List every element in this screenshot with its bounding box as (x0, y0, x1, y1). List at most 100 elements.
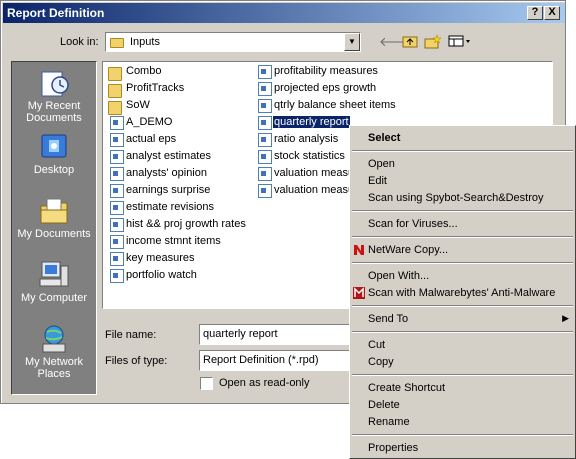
menu-item-create-shortcut[interactable]: Create Shortcut (350, 380, 575, 397)
document-icon (110, 252, 124, 266)
document-icon (110, 201, 124, 215)
menu-item-label: NetWare Copy... (368, 244, 449, 256)
places-bar: My Recent Documents Desktop My Documents… (11, 61, 97, 395)
files-of-type-select[interactable]: Report Definition (*.rpd) (199, 350, 351, 371)
place-label: My Network Places (24, 356, 84, 380)
desktop-icon (37, 132, 71, 162)
place-label: My Recent Documents (26, 100, 82, 124)
menu-separator (352, 374, 573, 376)
menu-item-label: Properties (368, 442, 419, 454)
file-name: A_DEMO (126, 116, 173, 128)
file-name: profitability measures (274, 65, 378, 77)
document-icon (258, 116, 272, 130)
file-name: Combo (126, 65, 162, 77)
file-name-label: File name: (105, 329, 157, 341)
menu-item-scan-using-spybot-search-destroy[interactable]: Scan using Spybot-Search&Destroy (350, 190, 575, 207)
chevron-down-icon[interactable]: ▼ (344, 33, 360, 51)
document-icon (110, 133, 124, 147)
my-computer-icon (37, 260, 71, 290)
menu-separator (352, 262, 573, 264)
document-icon (258, 150, 272, 164)
menu-item-delete[interactable]: Delete (350, 397, 575, 414)
menu-item-open-with[interactable]: Open With... (350, 268, 575, 285)
place-my-recent-documents[interactable]: My Recent Documents (12, 68, 96, 124)
menu-item-open[interactable]: Open (350, 156, 575, 173)
menu-separator (352, 305, 573, 307)
help-button[interactable]: ? (527, 6, 543, 20)
document-icon (110, 269, 124, 283)
document-icon (110, 116, 124, 130)
menu-item-properties[interactable]: Properties (350, 440, 575, 457)
read-only-checkbox[interactable] (200, 377, 213, 390)
menu-item-rename[interactable]: Rename (350, 414, 575, 431)
file-name: estimate revisions (126, 201, 215, 213)
menu-item-label: Open (368, 158, 395, 170)
read-only-label: Open as read-only (219, 377, 310, 389)
menu-separator (352, 434, 573, 436)
document-icon (258, 99, 272, 113)
menu-item-label: Rename (368, 416, 410, 428)
document-icon (258, 82, 272, 96)
menu-item-label: Cut (368, 339, 386, 351)
network-places-icon (37, 324, 71, 354)
menu-item-label: Create Shortcut (368, 382, 446, 394)
look-in-value: Inputs (130, 36, 160, 48)
file-name: analyst estimates (126, 150, 211, 162)
menu-item-scan-for-viruses[interactable]: Scan for Viruses... (350, 216, 575, 233)
menu-item-label: Send To (368, 313, 409, 325)
document-icon (110, 235, 124, 249)
file-name: ProfitTracks (126, 82, 185, 94)
place-my-computer[interactable]: My Computer (12, 260, 96, 304)
netware-icon (353, 244, 365, 256)
file-name: valuation measu (274, 184, 355, 196)
place-desktop[interactable]: Desktop (12, 132, 96, 176)
menu-item-scan-with-malwarebytes-anti-malware[interactable]: Scan with Malwarebytes' Anti-Malware (350, 285, 575, 302)
files-of-type-label: Files of type: (105, 355, 168, 367)
file-name: actual eps (126, 133, 177, 145)
file-name: hist && proj growth rates (126, 218, 246, 230)
menu-item-label: Edit (368, 175, 387, 187)
place-my-network-places[interactable]: My Network Places (12, 324, 96, 380)
menu-item-label: Select (368, 132, 401, 144)
document-icon (258, 167, 272, 181)
new-folder-icon[interactable] (424, 34, 442, 50)
look-in-combo[interactable]: Inputs ▼ (105, 32, 361, 52)
malwarebytes-icon (353, 287, 365, 299)
file-name: ratio analysis (274, 133, 339, 145)
menu-separator (352, 331, 573, 333)
menu-separator (352, 150, 573, 152)
file-name: portfolio watch (126, 269, 197, 281)
back-arrow-icon[interactable]: 🡐 (379, 34, 414, 50)
folder-icon (108, 84, 122, 98)
menu-item-netware-copy[interactable]: NetWare Copy... (350, 242, 575, 259)
menu-item-label: Open With... (368, 270, 430, 282)
file-name: key measures (126, 252, 195, 264)
place-label: My Documents (17, 228, 91, 240)
folder-icon (110, 38, 124, 48)
file-name-input[interactable]: quarterly report (199, 324, 351, 345)
title-bar[interactable]: Report Definition ? X (3, 3, 565, 23)
menu-item-edit[interactable]: Edit (350, 173, 575, 190)
file-name: quarterly report (272, 115, 351, 129)
close-button[interactable]: X (544, 6, 560, 20)
look-in-label: Look in: (60, 36, 99, 48)
recent-docs-icon (37, 68, 71, 98)
submenu-arrow-icon: ▶ (562, 313, 569, 323)
file-name: earnings surprise (126, 184, 211, 196)
folder-icon (108, 101, 122, 115)
document-icon (258, 65, 272, 79)
menu-item-send-to[interactable]: Send To ▶ (350, 311, 575, 328)
menu-item-label: Scan for Viruses... (368, 218, 458, 230)
my-documents-icon (37, 196, 71, 226)
file-name: valuation measu (274, 167, 355, 179)
place-label: Desktop (33, 164, 75, 176)
menu-item-copy[interactable]: Copy (350, 354, 575, 371)
view-menu-icon[interactable] (448, 34, 472, 50)
up-folder-icon[interactable] (401, 34, 419, 50)
menu-item-cut[interactable]: Cut (350, 337, 575, 354)
menu-item-select[interactable]: Select (350, 130, 575, 147)
document-icon (110, 167, 124, 181)
place-my-documents[interactable]: My Documents (12, 196, 96, 240)
document-icon (110, 184, 124, 198)
place-label: My Computer (20, 292, 88, 304)
